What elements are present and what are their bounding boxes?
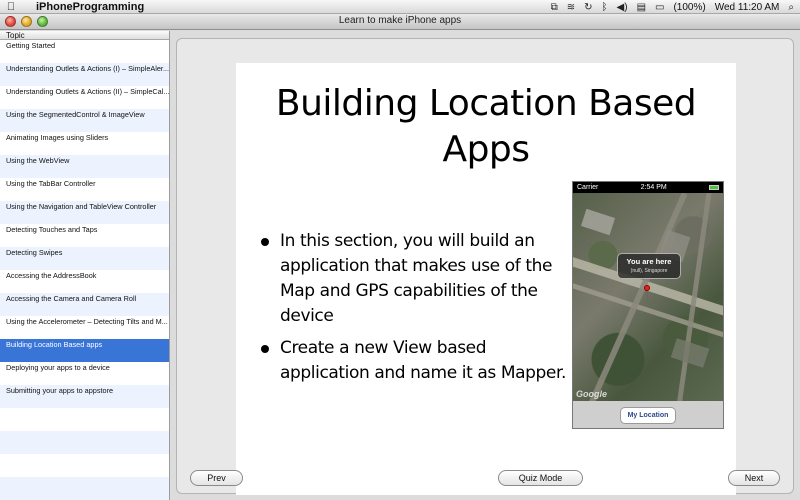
topic-column-header[interactable]: Topic	[0, 31, 169, 40]
wifi-icon[interactable]: ≋	[567, 2, 575, 13]
app-menu[interactable]: iPhoneProgramming	[36, 1, 144, 13]
topic-row[interactable]: Detecting Swipes	[0, 247, 169, 270]
topic-row[interactable]: Understanding Outlets & Actions (I) – Si…	[0, 63, 169, 86]
slide-title-line: Apps	[442, 129, 530, 170]
map-building	[670, 338, 710, 368]
topic-row[interactable]: Accessing the Camera and Camera Roll	[0, 293, 169, 316]
topic-row-selected[interactable]: Building Location Based apps	[0, 339, 169, 362]
window-titlebar: Learn to make iPhone apps	[0, 14, 800, 30]
callout-title: You are here	[626, 257, 672, 266]
phone-status-bar: Carrier 2:54 PM	[573, 182, 723, 193]
topic-row[interactable]: Animating Images using Sliders	[0, 132, 169, 155]
topic-row[interactable]: Using the SegmentedControl & ImageView	[0, 109, 169, 132]
empty-row	[0, 454, 169, 477]
iphone-map-screenshot: Carrier 2:54 PM You are here (null), Sin…	[572, 181, 724, 429]
google-logo: Google	[576, 389, 607, 399]
bluetooth-icon[interactable]: ᛒ	[602, 2, 608, 13]
slide-bullets: In this section, you will build an appli…	[258, 229, 578, 393]
battery-percent: (100%)	[673, 1, 706, 13]
topic-row[interactable]: Using the Navigation and TableView Contr…	[0, 201, 169, 224]
map-view: You are here (null), Singapore Google	[573, 193, 723, 401]
menu-extra-icon[interactable]: ⧉	[551, 2, 558, 13]
phone-toolbar: My Location	[573, 401, 723, 428]
window-title: Learn to make iPhone apps	[338, 15, 462, 26]
topic-rows: Getting Started Understanding Outlets & …	[0, 40, 169, 500]
slide-title: Building Location Based Apps	[256, 81, 716, 173]
map-callout: You are here (null), Singapore	[617, 253, 681, 279]
spotlight-icon[interactable]: ⌕	[788, 2, 794, 13]
topic-row[interactable]: Deploying your apps to a device	[0, 362, 169, 385]
topic-row[interactable]: Getting Started	[0, 40, 169, 63]
topic-row[interactable]: Using the Accelerometer – Detecting Tilt…	[0, 316, 169, 339]
timemachine-icon[interactable]: ↻	[584, 2, 592, 13]
topic-row[interactable]: Understanding Outlets & Actions (II) – S…	[0, 86, 169, 109]
topic-row[interactable]: Detecting Touches and Taps	[0, 224, 169, 247]
empty-row	[0, 408, 169, 431]
menubar-clock[interactable]: Wed 11:20 AM	[715, 2, 780, 13]
apple-menu-icon[interactable]: 	[0, 1, 22, 13]
topic-row[interactable]: Submitting your apps to appstore	[0, 385, 169, 408]
my-location-button: My Location	[619, 407, 677, 424]
topic-row[interactable]: Accessing the AddressBook	[0, 270, 169, 293]
volume-icon[interactable]: ◀)	[617, 2, 628, 13]
bullet-item: Create a new View based application and …	[258, 336, 578, 386]
menu-bar:  iPhoneProgramming ⧉ ≋ ↻ ᛒ ◀) ▤ ▭ (100%…	[0, 0, 800, 14]
phone-time: 2:54 PM	[640, 184, 667, 191]
map-pin-stem	[647, 291, 648, 300]
prev-button[interactable]: Prev	[190, 470, 243, 486]
topic-row[interactable]: Using the TabBar Controller	[0, 178, 169, 201]
slide-title-line: Building Location Based	[275, 83, 697, 124]
status-area: ⧉ ≋ ↻ ᛒ ◀) ▤ ▭ (100%) Wed 11:20 AM ⌕	[551, 0, 794, 14]
slide-viewer: Building Location Based Apps In this sec…	[176, 38, 794, 495]
phone-carrier: Carrier	[577, 184, 599, 191]
topic-row[interactable]: Using the WebView	[0, 155, 169, 178]
flag-icon[interactable]: ▤	[637, 2, 646, 13]
map-building	[580, 208, 616, 236]
phone-battery-icon	[709, 185, 719, 190]
slide: Building Location Based Apps In this sec…	[236, 63, 736, 495]
empty-row	[0, 431, 169, 454]
battery-icon[interactable]: ▭	[655, 2, 664, 13]
callout-subtitle: (null), Singapore	[630, 268, 668, 274]
next-button[interactable]: Next	[728, 470, 780, 486]
topic-list: Topic Getting Started Understanding Outl…	[0, 31, 170, 500]
empty-row	[0, 477, 169, 500]
quiz-mode-button[interactable]: Quiz Mode	[498, 470, 583, 486]
bullet-item: In this section, you will build an appli…	[258, 229, 578, 329]
